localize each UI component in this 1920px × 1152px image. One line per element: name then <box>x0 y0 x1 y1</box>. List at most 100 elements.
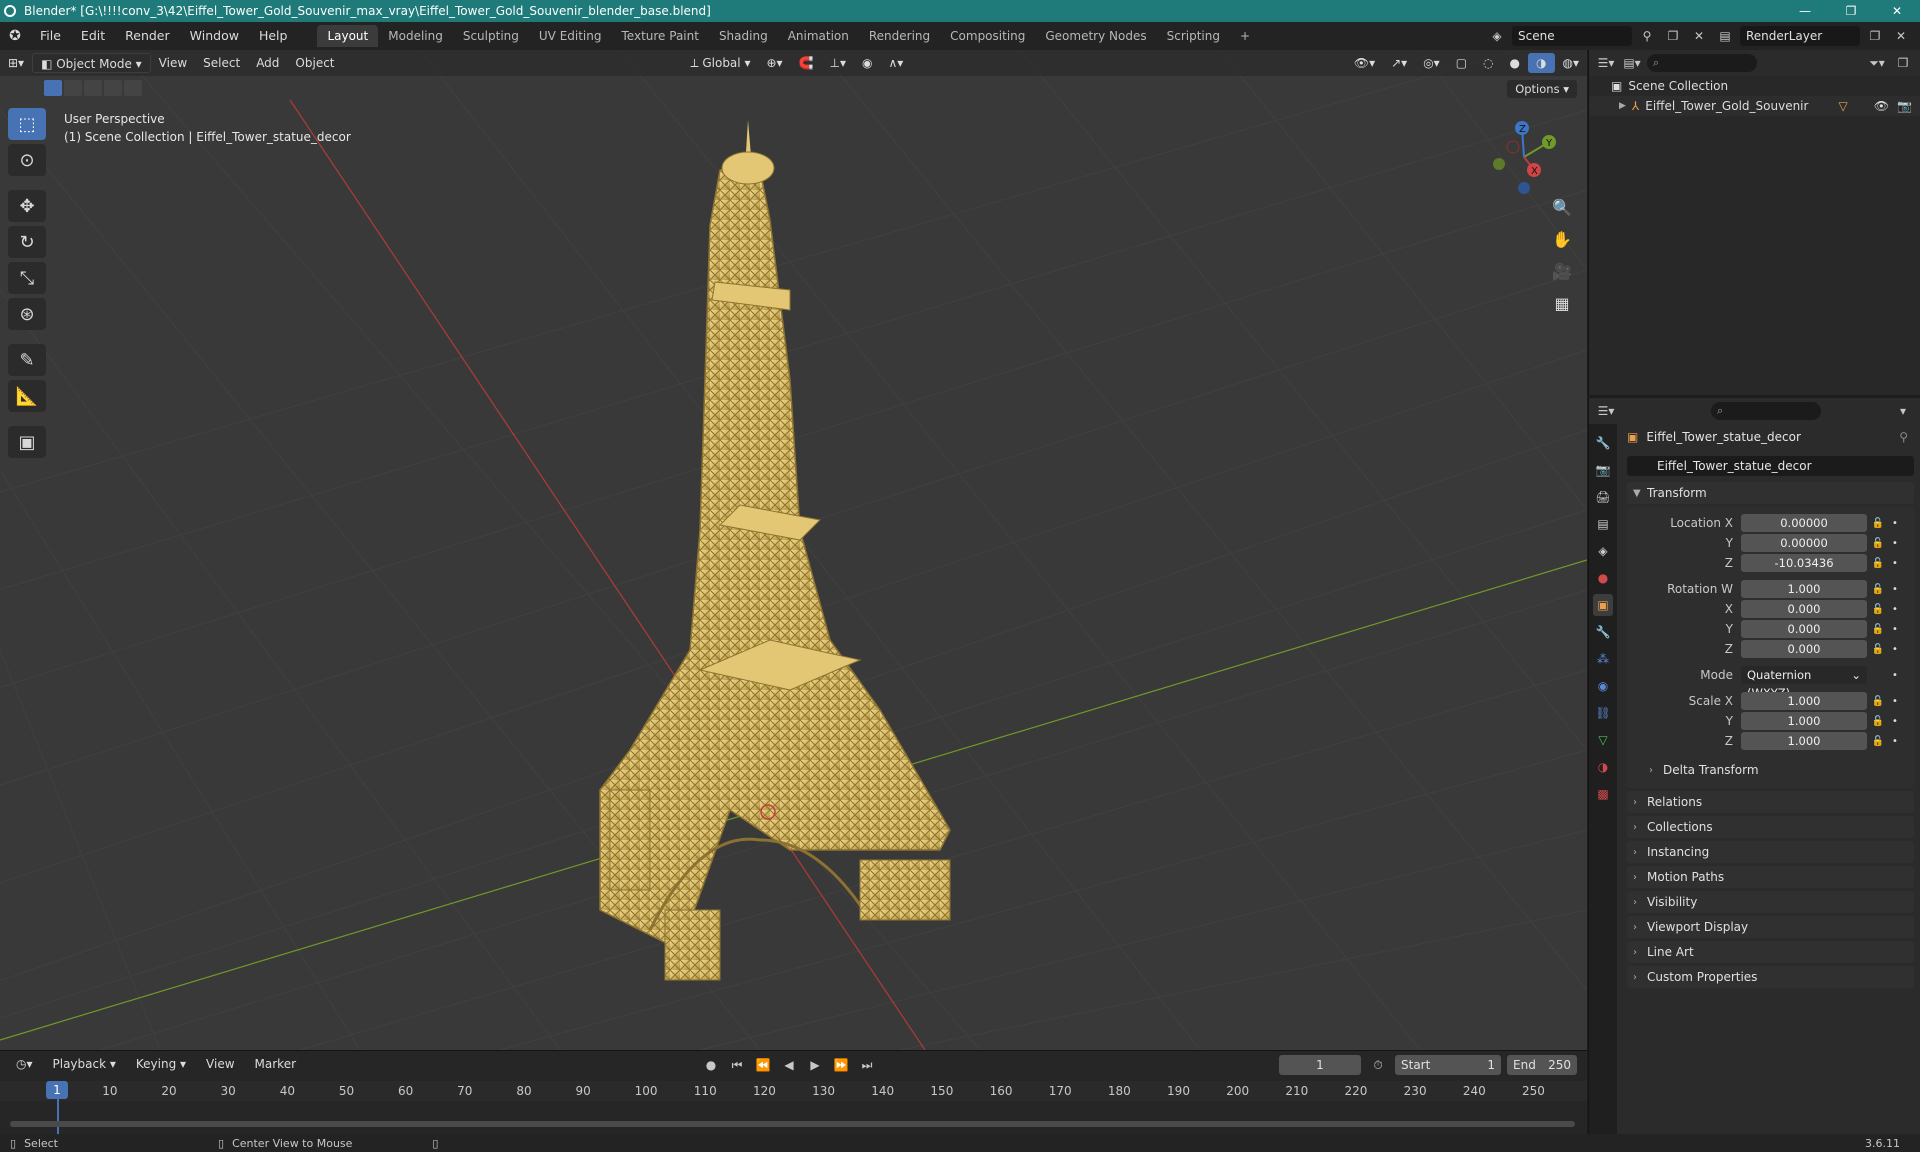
zoom-icon[interactable]: 🔍 <box>1549 195 1575 219</box>
physics-tab-icon[interactable]: ◉ <box>1593 675 1613 697</box>
keyframe-dot-icon[interactable]: • <box>1889 624 1901 635</box>
render-layer-field[interactable]: RenderLayer <box>1740 26 1860 46</box>
menu-select[interactable]: Select <box>195 53 248 73</box>
select-invert-icon[interactable] <box>104 80 122 96</box>
lock-icon[interactable]: 🔓 <box>1867 736 1889 747</box>
new-scene-icon[interactable]: ❐ <box>1662 26 1684 46</box>
snap-target-icon[interactable]: ⊥▾ <box>822 53 854 73</box>
tab-compositing[interactable]: Compositing <box>940 25 1035 47</box>
object-tab-icon[interactable]: ▣ <box>1593 594 1613 616</box>
render-tab-icon[interactable]: 📷 <box>1593 459 1613 481</box>
lock-icon[interactable]: 🔓 <box>1867 644 1889 655</box>
material-shading-icon[interactable]: ◑ <box>1528 53 1555 73</box>
stopwatch-icon[interactable]: ⏱ <box>1367 1055 1389 1075</box>
rotation-mode-dropdown[interactable]: Quaternion (WXYZ) ⌄ <box>1741 666 1867 700</box>
tab-rendering[interactable]: Rendering <box>859 25 940 47</box>
constraints-tab-icon[interactable]: ⛓ <box>1593 702 1613 724</box>
scene-collection-row[interactable]: ▣ Scene Collection <box>1589 76 1920 96</box>
texture-tab-icon[interactable]: ▩ <box>1593 783 1613 805</box>
overlay-toggle-icon[interactable]: ◎▾ <box>1415 53 1448 73</box>
properties-search-input[interactable]: ⌕ <box>1711 402 1821 420</box>
delta-transform-header[interactable]: › Delta Transform <box>1643 759 1914 781</box>
options-dropdown[interactable]: Options ▾ <box>1507 80 1577 98</box>
properties-editor-icon[interactable]: ☰▾ <box>1595 401 1617 421</box>
location-y-field[interactable]: 0.00000 <box>1741 534 1867 552</box>
ortho-grid-icon[interactable]: ▦ <box>1549 291 1575 315</box>
outliner-search-input[interactable]: ⌕ <box>1647 54 1757 72</box>
menu-marker[interactable]: Marker <box>247 1054 304 1074</box>
collections-section-header[interactable]: › Collections <box>1627 816 1914 838</box>
play-reverse-icon[interactable]: ◀ <box>778 1055 800 1075</box>
scale-z-field[interactable]: 1.000 <box>1741 732 1867 750</box>
proportional-edit-icon[interactable]: ◉ <box>854 53 880 73</box>
3d-viewport[interactable]: ⊞▾ ◧ Object Mode ▾ View Select Add Objec… <box>0 50 1587 1050</box>
rotation-x-field[interactable]: 0.000 <box>1741 600 1867 618</box>
current-frame-marker[interactable]: 1 <box>46 1081 68 1099</box>
eiffel-tower-model[interactable] <box>599 120 951 981</box>
select-new-icon[interactable] <box>44 80 62 96</box>
camera-render-icon[interactable]: 📷 <box>1897 99 1912 113</box>
delete-layer-icon[interactable]: ✕ <box>1890 26 1912 46</box>
chevron-down-icon[interactable]: ▾ <box>1892 401 1914 421</box>
keyframe-dot-icon[interactable]: • <box>1889 716 1901 727</box>
pivot-icon[interactable]: ⊕▾ <box>758 53 790 73</box>
visibility-icon[interactable]: 👁▾ <box>1346 53 1383 73</box>
lock-icon[interactable]: 🔓 <box>1867 558 1889 569</box>
timeline-editor-icon[interactable]: ◷▾ <box>8 1054 41 1074</box>
tab-texture-paint[interactable]: Texture Paint <box>612 25 709 47</box>
transform-orientation-dropdown[interactable]: ⟂ Global ▾ <box>683 53 759 73</box>
filter-icon[interactable]: ⏷▾ <box>1866 53 1888 73</box>
lock-icon[interactable]: 🔓 <box>1867 624 1889 635</box>
material-tab-icon[interactable]: ◑ <box>1593 756 1613 778</box>
scale-y-field[interactable]: 1.000 <box>1741 712 1867 730</box>
scene-field[interactable]: Scene <box>1512 26 1632 46</box>
scale-x-field[interactable]: 1.000 <box>1741 692 1867 710</box>
solid-shading-icon[interactable]: ● <box>1502 53 1528 73</box>
mode-dropdown[interactable]: ◧ Object Mode ▾ <box>32 53 151 73</box>
keyframe-dot-icon[interactable]: • <box>1889 696 1901 707</box>
menu-timeline-view[interactable]: View <box>198 1054 242 1074</box>
minimize-button[interactable]: — <box>1782 0 1828 22</box>
object-name-field[interactable]: Eiffel_Tower_statue_decor <box>1627 456 1914 476</box>
menu-keying[interactable]: Keying ▾ <box>128 1054 194 1074</box>
keyframe-dot-icon[interactable]: • <box>1889 644 1901 655</box>
instancing-section-header[interactable]: › Instancing <box>1627 841 1914 863</box>
rotate-tool-icon[interactable]: ↻ <box>8 226 46 258</box>
tab-modeling[interactable]: Modeling <box>378 25 453 47</box>
menu-file[interactable]: File <box>30 22 71 50</box>
tab-geometry-nodes[interactable]: Geometry Nodes <box>1035 25 1156 47</box>
jump-end-icon[interactable]: ⏭ <box>856 1055 878 1075</box>
current-frame-field[interactable]: 1 <box>1279 1055 1361 1075</box>
next-keyframe-icon[interactable]: ⏩ <box>830 1055 852 1075</box>
measure-tool-icon[interactable]: 📐 <box>8 380 46 412</box>
tab-animation[interactable]: Animation <box>778 25 859 47</box>
prev-keyframe-icon[interactable]: ⏪ <box>752 1055 774 1075</box>
xray-icon[interactable]: ▢ <box>1448 53 1475 73</box>
play-icon[interactable]: ▶ <box>804 1055 826 1075</box>
view-layer-tab-icon[interactable]: ▤ <box>1593 513 1613 535</box>
location-x-field[interactable]: 0.00000 <box>1741 514 1867 532</box>
menu-help[interactable]: Help <box>249 22 298 50</box>
keyframe-dot-icon[interactable]: • <box>1889 558 1901 569</box>
pan-hand-icon[interactable]: ✋ <box>1549 227 1575 251</box>
blender-menu-icon[interactable]: ✪ <box>0 22 30 50</box>
transform-section-header[interactable]: ▼ Transform <box>1627 482 1914 504</box>
annotate-tool-icon[interactable]: ✎ <box>8 344 46 376</box>
cursor-tool-icon[interactable]: ⊙ <box>8 144 46 176</box>
editor-type-icon[interactable]: ⊞▾ <box>0 53 32 73</box>
custom-properties-section-header[interactable]: › Custom Properties <box>1627 966 1914 988</box>
pin-icon[interactable]: ⚲ <box>1899 430 1908 444</box>
camera-view-icon[interactable]: 🎥 <box>1549 259 1575 283</box>
motion-paths-section-header[interactable]: › Motion Paths <box>1627 866 1914 888</box>
scene-tab-icon[interactable]: ◈ <box>1593 540 1613 562</box>
lock-icon[interactable]: 🔓 <box>1867 518 1889 529</box>
select-extend-icon[interactable] <box>64 80 82 96</box>
lock-icon[interactable]: 🔓 <box>1867 696 1889 707</box>
tab-scripting[interactable]: Scripting <box>1157 25 1230 47</box>
menu-playback[interactable]: Playback ▾ <box>45 1054 124 1074</box>
menu-view[interactable]: View <box>151 53 195 73</box>
eye-visibility-icon[interactable]: 👁 <box>1874 99 1889 113</box>
select-box-tool-icon[interactable]: ⬚ <box>8 108 46 140</box>
menu-add[interactable]: Add <box>248 53 287 73</box>
maximize-button[interactable]: ❐ <box>1828 0 1874 22</box>
